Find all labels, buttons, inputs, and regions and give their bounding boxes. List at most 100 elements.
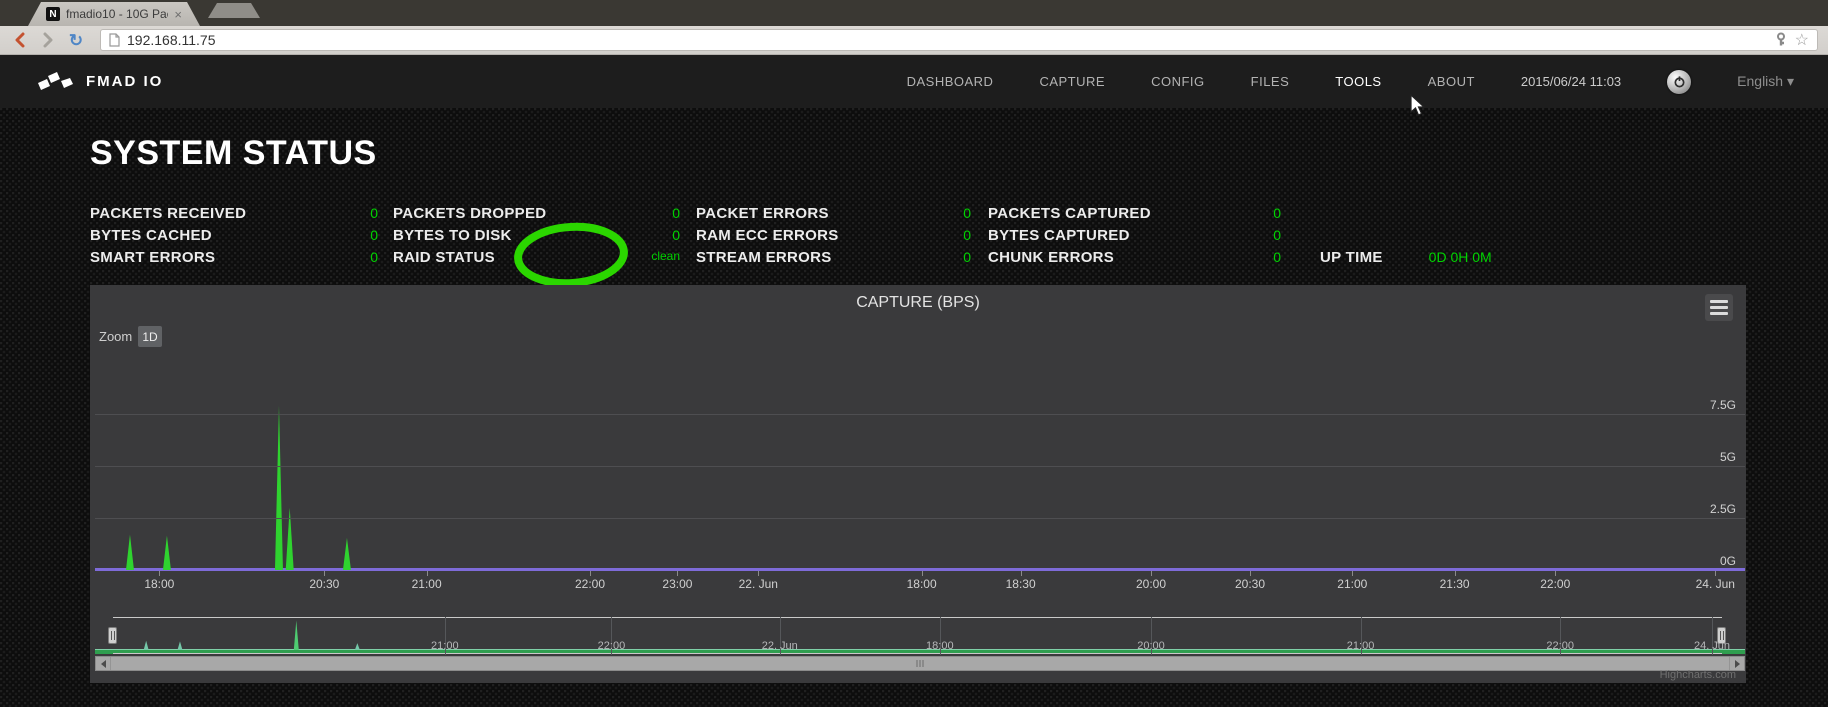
- series-spike: [342, 537, 351, 570]
- nav-item-tools[interactable]: TOOLS: [1335, 74, 1381, 89]
- x-tick-label: 20:30: [309, 577, 340, 591]
- status-item: RAM ECC ERRORS 0: [696, 227, 988, 244]
- nav-item-dashboard[interactable]: DASHBOARD: [907, 74, 994, 89]
- status-label: RAID STATUS: [393, 248, 495, 266]
- status-label: STREAM ERRORS: [696, 248, 832, 266]
- x-tick-mark: [324, 571, 326, 576]
- language-selector[interactable]: English ▾: [1737, 73, 1794, 90]
- fmadio-logo-icon: [38, 71, 73, 90]
- nav-item-files[interactable]: FILES: [1251, 74, 1290, 89]
- y-tick-label: 7.5G: [1709, 398, 1736, 412]
- status-value: 0: [672, 204, 680, 221]
- status-label: BYTES CAPTURED: [988, 226, 1130, 244]
- x-tick-mark: [590, 571, 591, 576]
- y-gridline: [95, 414, 1745, 415]
- nav-datetime: 2015/06/24 11:03: [1520, 74, 1622, 89]
- navigator-tick-label: 22. Jun: [761, 640, 798, 652]
- status-label: PACKETS RECEIVED: [90, 204, 247, 222]
- status-label: SMART ERRORS: [90, 248, 216, 266]
- status-label: PACKETS CAPTURED: [988, 204, 1151, 222]
- url-text[interactable]: 192.168.11.75: [127, 32, 1775, 48]
- nav-item-config[interactable]: CONFIG: [1151, 74, 1205, 89]
- navigator-tick-label: 22:00: [1546, 640, 1574, 652]
- bookmark-star-icon[interactable]: ☆: [1795, 30, 1809, 50]
- forward-button[interactable]: [38, 30, 58, 50]
- x-tick-mark: [426, 571, 428, 576]
- series-spike: [162, 535, 171, 570]
- tab-close-icon[interactable]: ×: [174, 7, 182, 22]
- brand[interactable]: FMAD IO: [36, 70, 163, 94]
- page-content: SYSTEM STATUS PACKETS RECEIVED 0 PACKETS D…: [0, 108, 1828, 707]
- key-icon[interactable]: [1775, 32, 1787, 48]
- status-label: BYTES CACHED: [90, 226, 212, 244]
- y-gridline: [95, 518, 1745, 519]
- x-tick-label: 22:00: [1540, 577, 1571, 591]
- x-tick-label: 22. Jun: [738, 577, 778, 591]
- nav-item-capture[interactable]: CAPTURE: [1039, 74, 1105, 89]
- navigator[interactable]: 21:00 22:00 22. Jun 18:00 20:00 21:00 22:00 24.…: [95, 617, 1745, 655]
- status-item: BYTES TO DISK 0: [393, 227, 696, 244]
- status-value: 0: [370, 248, 378, 265]
- x-tick-mark: [1151, 571, 1152, 576]
- status-item: PACKETS CAPTURED 0: [988, 205, 1320, 222]
- x-tick-label: 21:30: [1439, 577, 1470, 591]
- status-item: PACKET ERRORS 0: [696, 205, 988, 222]
- status-item: BYTES CAPTURED 0: [988, 227, 1320, 244]
- x-tick-mark: [1555, 571, 1557, 576]
- back-button[interactable]: [10, 30, 30, 50]
- status-value: 0: [1273, 204, 1281, 221]
- x-tick-label: 24. Jun: [1695, 577, 1735, 591]
- chart-title: CAPTURE (BPS): [856, 294, 980, 311]
- zoom-1d-button[interactable]: 1D: [138, 326, 162, 347]
- status-value: 0: [963, 204, 971, 221]
- status-value: 0: [370, 226, 378, 243]
- zoom-label: Zoom: [99, 329, 133, 344]
- nav-item-about[interactable]: ABOUT: [1428, 74, 1475, 89]
- status-label: BYTES TO DISK: [393, 226, 512, 244]
- reload-button[interactable]: ↻: [66, 30, 86, 50]
- power-icon[interactable]: [1667, 69, 1692, 94]
- status-item: BYTES CACHED 0: [90, 227, 393, 244]
- x-tick-mark: [921, 571, 923, 576]
- status-row: BYTES CACHED 0 BYTES TO DISK 0 RAM ECC ERROR…: [90, 224, 1788, 246]
- x-tick-label: 20:30: [1234, 577, 1266, 591]
- site-navbar: FMAD IO 2015/06/24 11:03 English ▾ DASHB…: [0, 55, 1828, 108]
- status-label: PACKETS DROPPED: [393, 204, 547, 222]
- tab-title: fmadio10 - 10G Pack: [66, 7, 169, 21]
- x-tick-label: 23:00: [662, 577, 693, 591]
- address-bar[interactable]: 192.168.11.75 ☆: [100, 29, 1818, 51]
- series-spike: [285, 507, 294, 570]
- navigator-left-handle[interactable]: [108, 627, 117, 644]
- x-tick-mark: [159, 571, 161, 576]
- x-tick-label: 18:00: [144, 577, 175, 591]
- status-item: RAID STATUS clean: [393, 249, 696, 266]
- scrollbar-grip[interactable]: [916, 660, 924, 667]
- chart-scrollbar[interactable]: [95, 656, 1745, 671]
- status-label: UP TIME: [1320, 248, 1383, 266]
- status-label: PACKET ERRORS: [696, 204, 829, 222]
- x-tick-mark: [1715, 571, 1717, 576]
- status-label: RAM ECC ERRORS: [696, 226, 839, 244]
- x-tick-label: 20:00: [1135, 577, 1167, 591]
- status-item: PACKETS RECEIVED 0: [90, 205, 393, 222]
- scrollbar-left-arrow-icon[interactable]: [96, 657, 111, 670]
- chart-menu-icon[interactable]: [1705, 294, 1733, 321]
- status-item: STREAM ERRORS 0: [696, 249, 988, 266]
- capture-chart-panel: CAPTURE (BPS) Zoom 1D 21:00 22:00 22. Jun 1…: [90, 285, 1746, 683]
- x-tick-mark: [1250, 571, 1251, 576]
- capture-series: [125, 405, 351, 570]
- y-gridline: [95, 466, 1745, 467]
- navigator-selected-range[interactable]: [113, 617, 1722, 654]
- language-label: English: [1737, 73, 1784, 89]
- y-tick-label: 0G: [1719, 554, 1736, 568]
- tab-favicon: N: [46, 7, 60, 21]
- background-tab-stub[interactable]: [208, 3, 260, 18]
- x-tick-mark: [758, 571, 760, 576]
- x-tick-label: 21:00: [411, 577, 442, 591]
- series-spike: [274, 405, 283, 570]
- x-tick-label: 18:00: [906, 577, 937, 591]
- browser-tab[interactable]: N fmadio10 - 10G Pack ×: [28, 2, 200, 26]
- page-title: SYSTEM STATUS: [90, 134, 377, 172]
- status-item: CHUNK ERRORS 0: [988, 249, 1320, 266]
- x-tick-mark: [1454, 571, 1456, 576]
